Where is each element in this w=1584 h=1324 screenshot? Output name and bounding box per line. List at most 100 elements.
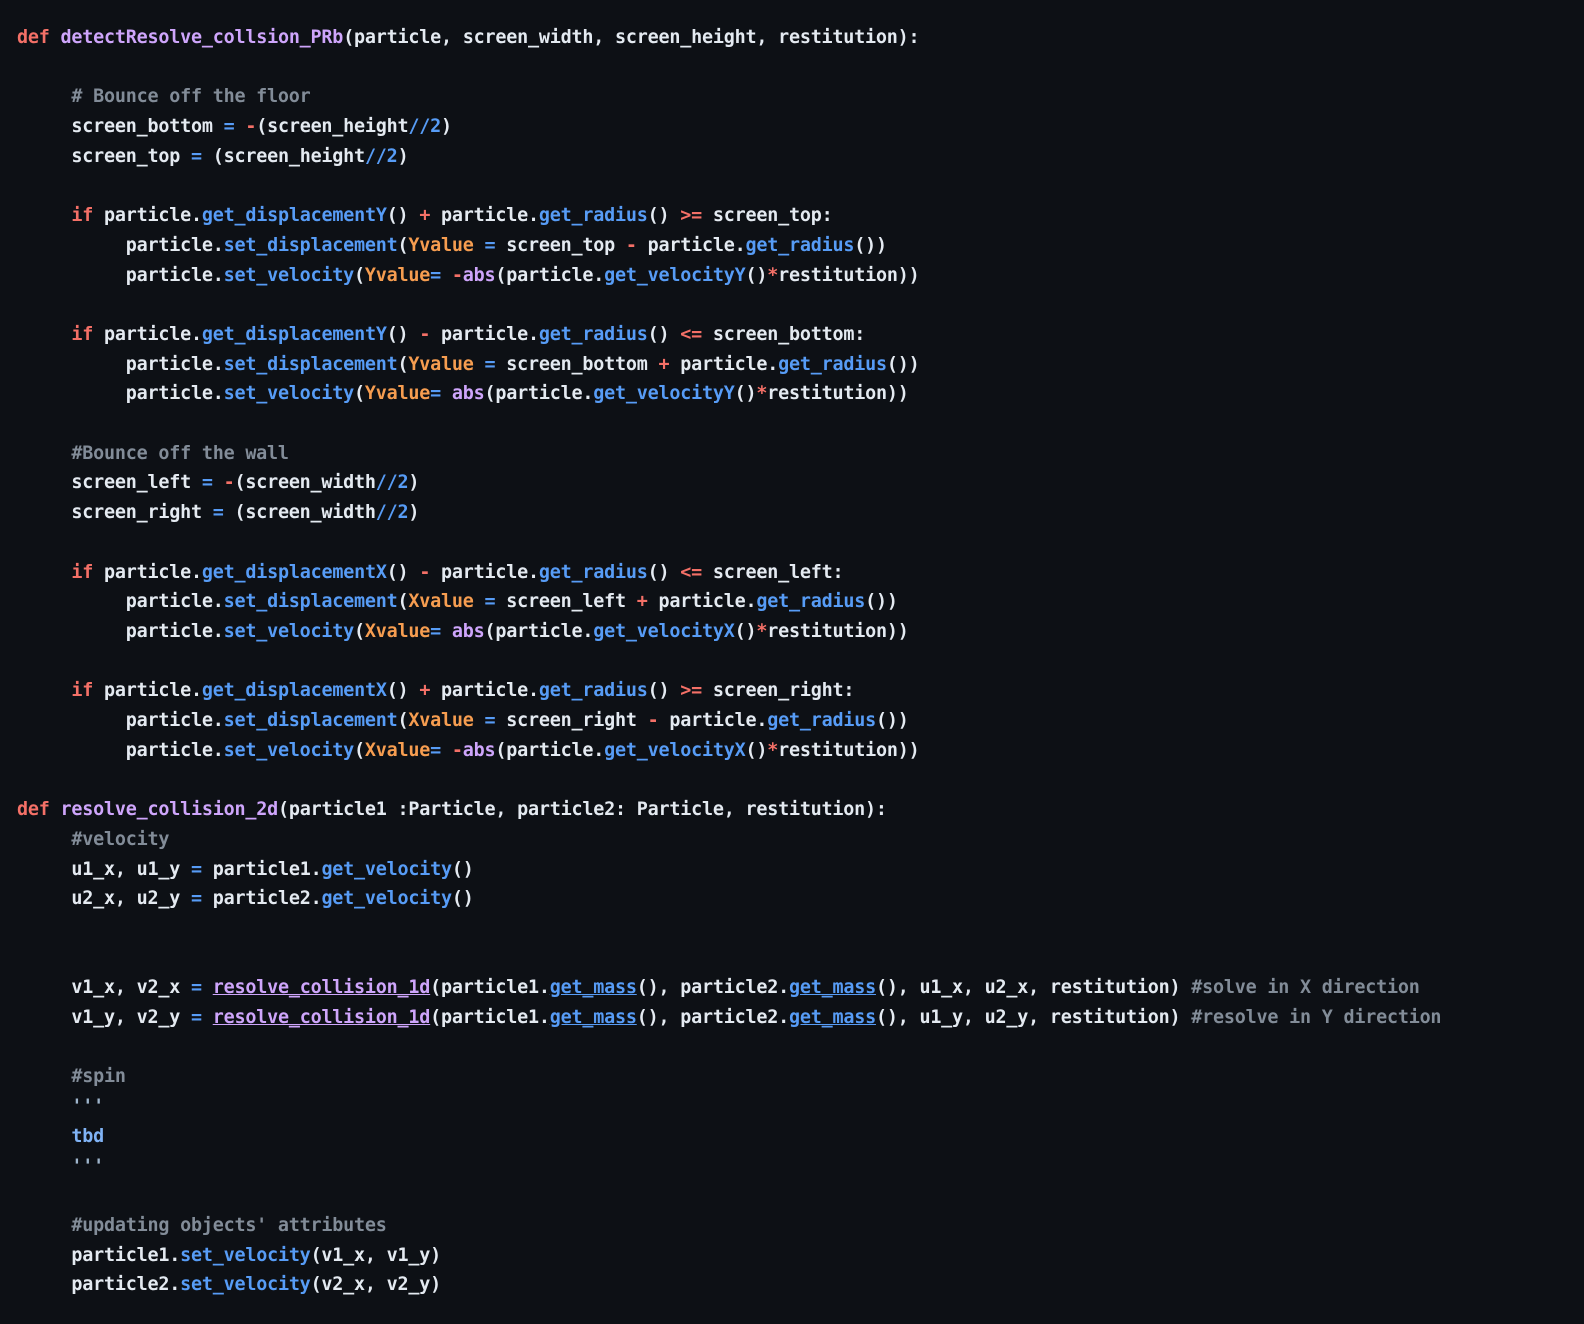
token-plain: particle. bbox=[659, 710, 768, 731]
token-plain: restitution)) bbox=[778, 265, 919, 286]
token-plain: screen_left bbox=[17, 472, 202, 493]
token-method-call: = bbox=[430, 383, 441, 404]
token-method-call: = bbox=[430, 621, 441, 642]
token-string-quotes: ''' bbox=[17, 1096, 104, 1117]
token-method-call: //2 bbox=[408, 116, 441, 137]
token-method-call: get_velocityX bbox=[604, 740, 745, 761]
token-comment: #updating objects' attributes bbox=[17, 1215, 387, 1236]
code-line: screen_left = -(screen_width//2) bbox=[17, 468, 1574, 498]
token-keyword-argument: Xvalue bbox=[365, 740, 430, 761]
token-plain: (), u1_y, u2_y, restitution) bbox=[876, 1007, 1191, 1028]
code-line: if particle.get_displacementY() - partic… bbox=[17, 320, 1574, 350]
token-method-call: = bbox=[485, 235, 496, 256]
token-plain: particle. bbox=[93, 680, 202, 701]
token-plain: ()) bbox=[854, 235, 887, 256]
token-plain: particle. bbox=[17, 235, 224, 256]
token-plain: (particle. bbox=[485, 621, 594, 642]
code-line bbox=[17, 1033, 1574, 1063]
token-plain: () bbox=[387, 324, 420, 345]
code-line: u2_x, u2_y = particle2.get_velocity() bbox=[17, 884, 1574, 914]
code-line: #Bounce off the wall bbox=[17, 439, 1574, 469]
code-line: screen_right = (screen_width//2) bbox=[17, 498, 1574, 528]
token-plain bbox=[17, 205, 71, 226]
token-plain: particle. bbox=[17, 740, 224, 761]
code-editor[interactable]: def detectResolve_collsion_PRb(particle,… bbox=[0, 0, 1584, 1324]
token-method-call: set_velocity bbox=[224, 621, 354, 642]
token-plain: v1_y, v2_y bbox=[17, 1007, 191, 1028]
token-method-call: get_radius bbox=[539, 680, 648, 701]
token-plain: (particle1. bbox=[430, 1007, 550, 1028]
token-keyword-argument: Yvalue bbox=[365, 265, 430, 286]
token-plain: ( bbox=[354, 621, 365, 642]
token-string-quotes: ''' bbox=[17, 1156, 104, 1177]
token-method-call: get_velocity bbox=[321, 888, 451, 909]
code-line: if particle.get_displacementY() + partic… bbox=[17, 201, 1574, 231]
token-keyword-operator: - bbox=[224, 472, 235, 493]
token-plain bbox=[474, 354, 485, 375]
token-plain: particle. bbox=[430, 562, 539, 583]
code-line bbox=[17, 53, 1574, 83]
token-comment: #spin bbox=[17, 1066, 126, 1087]
token-keyword-operator: - bbox=[419, 562, 430, 583]
token-method-call: //2 bbox=[376, 472, 409, 493]
token-keyword-operator: def bbox=[17, 27, 50, 48]
token-method-call: get_radius bbox=[767, 710, 876, 731]
token-keyword-operator: * bbox=[756, 621, 767, 642]
code-line: def resolve_collision_2d(particle1 :Part… bbox=[17, 795, 1574, 825]
token-plain: screen_left: bbox=[702, 562, 843, 583]
token-plain: ()) bbox=[876, 710, 909, 731]
token-function-name: abs bbox=[452, 621, 485, 642]
token-plain: () bbox=[387, 205, 420, 226]
code-line: #spin bbox=[17, 1062, 1574, 1092]
code-line: ''' bbox=[17, 1092, 1574, 1122]
token-plain bbox=[17, 562, 71, 583]
token-plain: particle. bbox=[17, 591, 224, 612]
code-line bbox=[17, 409, 1574, 439]
token-plain: screen_right: bbox=[702, 680, 854, 701]
token-plain: (particle. bbox=[495, 265, 604, 286]
token-keyword-operator: >= bbox=[680, 680, 702, 701]
code-line: v1_y, v2_y = resolve_collision_1d(partic… bbox=[17, 1003, 1574, 1033]
code-line bbox=[17, 528, 1574, 558]
token-plain: (screen_width bbox=[224, 502, 376, 523]
token-plain bbox=[441, 383, 452, 404]
token-plain: ()) bbox=[887, 354, 920, 375]
token-plain: u1_x, u1_y bbox=[17, 859, 191, 880]
token-plain: () bbox=[452, 888, 474, 909]
token-plain: screen_bottom bbox=[495, 354, 658, 375]
code-line: screen_bottom = -(screen_height//2) bbox=[17, 112, 1574, 142]
token-plain: particle2. bbox=[17, 1274, 180, 1295]
token-plain: () bbox=[648, 205, 681, 226]
token-plain: restitution)) bbox=[767, 383, 908, 404]
code-line bbox=[17, 944, 1574, 974]
token-plain: v1_x, v2_x bbox=[17, 977, 191, 998]
token-plain: () bbox=[387, 680, 420, 701]
token-keyword-operator: if bbox=[71, 562, 93, 583]
token-plain: () bbox=[745, 265, 767, 286]
token-plain: screen_right bbox=[17, 502, 213, 523]
token-plain: ( bbox=[398, 710, 409, 731]
token-keyword-argument: Xvalue bbox=[408, 710, 473, 731]
token-plain: () bbox=[648, 562, 681, 583]
token-method-call: = bbox=[485, 354, 496, 375]
token-method-call: get_displacementY bbox=[202, 205, 387, 226]
token-keyword-operator: <= bbox=[680, 324, 702, 345]
token-keyword-operator: - bbox=[648, 710, 659, 731]
token-plain: ( bbox=[354, 265, 365, 286]
token-method-call: set_velocity bbox=[224, 383, 354, 404]
token-method-call: set_displacement bbox=[224, 710, 398, 731]
token-method-call: set_velocity bbox=[180, 1274, 310, 1295]
code-line: def detectResolve_collsion_PRb(particle,… bbox=[17, 23, 1574, 53]
token-plain: () bbox=[452, 859, 474, 880]
token-keyword-operator: + bbox=[637, 591, 648, 612]
token-plain: (v1_x, v1_y) bbox=[311, 1245, 441, 1266]
token-method-call: = bbox=[430, 265, 441, 286]
token-keyword-operator: if bbox=[71, 680, 93, 701]
token-plain: u2_x, u2_y bbox=[17, 888, 191, 909]
token-function-name: abs bbox=[463, 740, 496, 761]
token-method-call: = bbox=[485, 710, 496, 731]
token-plain: particle1. bbox=[202, 859, 322, 880]
token-keyword-operator: if bbox=[71, 324, 93, 345]
token-keyword-argument: Yvalue bbox=[365, 383, 430, 404]
token-comment: #solve in X direction bbox=[1191, 977, 1419, 998]
